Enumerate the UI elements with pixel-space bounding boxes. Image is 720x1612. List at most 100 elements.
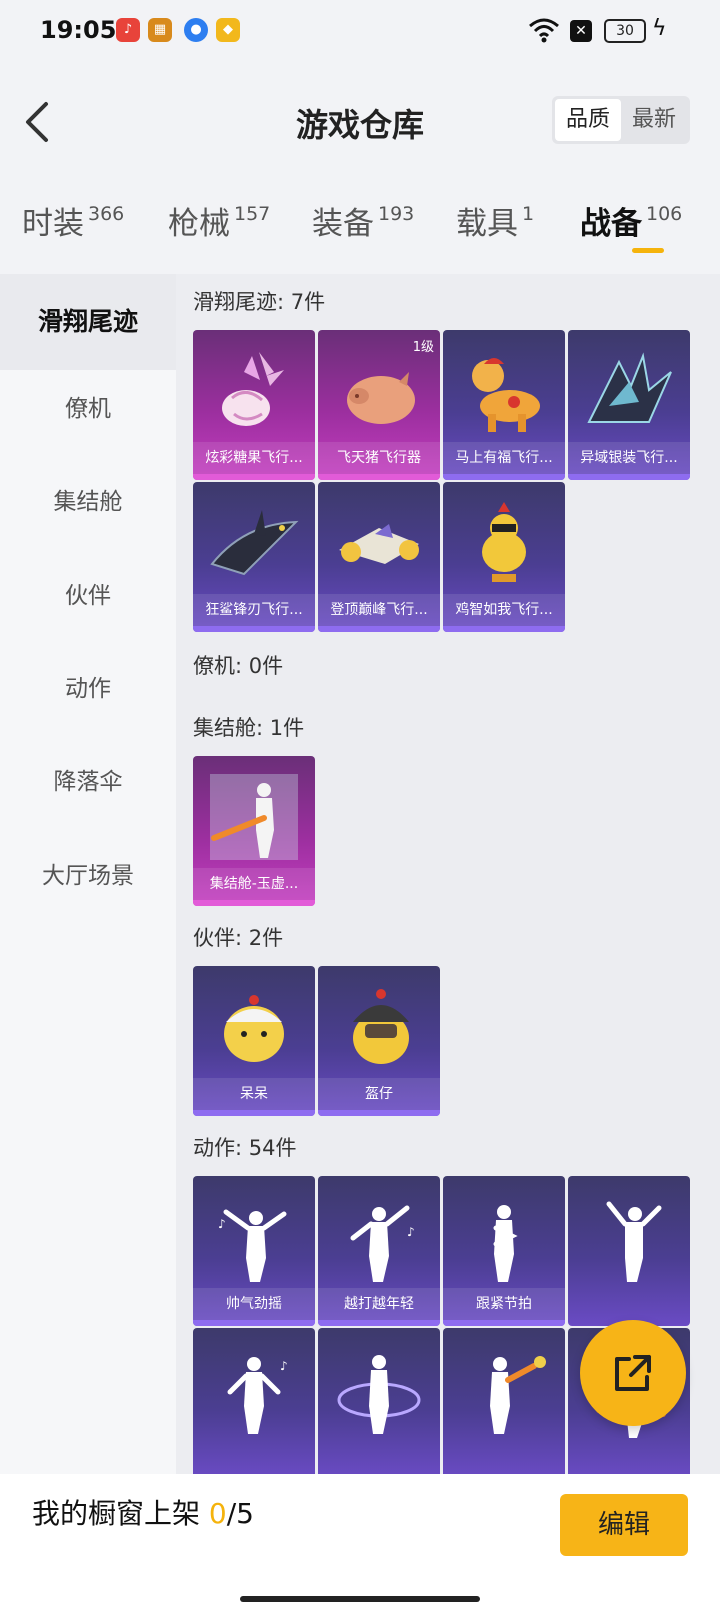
item-name: 飞天猪飞行器 bbox=[318, 442, 440, 474]
tab-label: 战备 bbox=[580, 206, 642, 242]
charging-icon: ϟ bbox=[652, 16, 667, 41]
item-card[interactable]: 集结舱-玉虚... bbox=[193, 756, 315, 906]
emote-dance-art: ♪ bbox=[350, 1205, 415, 1282]
item-card[interactable]: 登顶巅峰飞行... bbox=[318, 482, 440, 632]
item-grid: 滑翔尾迹: 7件 炫彩糖果飞行... 1级 飞天猪飞行器 马上有福飞行... 异… bbox=[176, 274, 720, 1478]
item-name: 鸡智如我飞行... bbox=[443, 594, 565, 626]
rarity-bar bbox=[193, 626, 315, 632]
rally-pod-art bbox=[210, 774, 298, 860]
item-name: 炫彩糖果飞行... bbox=[193, 442, 315, 474]
notification-x-icon: ✕ bbox=[570, 20, 592, 42]
tab-label: 时装 bbox=[22, 206, 84, 242]
sort-newest-option[interactable]: 最新 bbox=[621, 99, 687, 141]
item-card[interactable]: ♪ bbox=[193, 1328, 315, 1478]
sidebar: 滑翔尾迹 僚机 集结舱 伙伴 动作 降落伞 大厅场景 bbox=[0, 274, 176, 1474]
tab-label: 装备 bbox=[312, 206, 374, 242]
item-card[interactable]: 1级 飞天猪飞行器 bbox=[318, 330, 440, 480]
item-name: 盔仔 bbox=[318, 1078, 440, 1110]
tab-count: 366 bbox=[88, 203, 125, 225]
emote-dance-art bbox=[337, 1355, 421, 1434]
content-area: 滑翔尾迹 僚机 集结舱 伙伴 动作 降落伞 大厅场景 滑翔尾迹: 7件 炫彩糖果… bbox=[0, 274, 720, 1478]
svg-text:♪: ♪ bbox=[218, 1217, 226, 1231]
music-app-icon: ♪ bbox=[116, 18, 140, 42]
share-fab-button[interactable] bbox=[580, 1320, 686, 1426]
item-card[interactable] bbox=[318, 1328, 440, 1478]
svg-text:♪: ♪ bbox=[280, 1359, 288, 1373]
sidebar-item-parachute[interactable]: 降落伞 bbox=[0, 734, 176, 830]
tab-label: 载具 bbox=[456, 206, 518, 242]
emote-dance-art bbox=[490, 1356, 546, 1434]
rarity-bar bbox=[318, 1110, 440, 1116]
flying-pig-art bbox=[347, 372, 415, 424]
tab-label: 枪械 bbox=[168, 206, 230, 242]
svg-text:♪: ♪ bbox=[407, 1225, 415, 1239]
item-card[interactable]: ♪ 越打越年轻 bbox=[318, 1176, 440, 1326]
summit-glider-art bbox=[339, 524, 419, 564]
sidebar-item-wingman[interactable]: 僚机 bbox=[0, 361, 176, 457]
item-card[interactable] bbox=[443, 1328, 565, 1478]
item-name: 登顶巅峰飞行... bbox=[318, 594, 440, 626]
tab-guns[interactable]: 枪械 157 bbox=[168, 198, 270, 243]
status-bar: 19:05 ♪ ▦ ● ◆ ✕ 30 ϟ bbox=[0, 0, 720, 64]
item-name: 异域银装飞行... bbox=[568, 442, 690, 474]
chicken-glider-art bbox=[482, 502, 526, 582]
tab-count: 1 bbox=[522, 203, 535, 225]
rarity-bar bbox=[193, 474, 315, 480]
sidebar-item-lobby-scene[interactable]: 大厅场景 bbox=[0, 828, 176, 924]
rarity-bar bbox=[193, 1110, 315, 1116]
item-card[interactable]: 狂鲨锋刃飞行... bbox=[193, 482, 315, 632]
item-card[interactable]: 盔仔 bbox=[318, 966, 440, 1116]
sort-quality-option[interactable]: 品质 bbox=[555, 99, 621, 141]
tab-fashion[interactable]: 时装 366 bbox=[22, 198, 124, 243]
back-button[interactable] bbox=[20, 98, 60, 146]
sidebar-item-glide-trail[interactable]: 滑翔尾迹 bbox=[0, 274, 176, 370]
browser-app-icon: ● bbox=[184, 18, 208, 42]
sidebar-item-partner[interactable]: 伙伴 bbox=[0, 548, 176, 644]
rarity-bar bbox=[193, 1320, 315, 1326]
item-card[interactable]: 呆呆 bbox=[193, 966, 315, 1116]
rarity-bar bbox=[443, 1320, 565, 1326]
tab-count: 106 bbox=[646, 203, 683, 225]
battery-icon: 30 bbox=[604, 19, 646, 43]
emote-dance-art: ♪ bbox=[218, 1209, 287, 1282]
section-title-pod: 集结舱: 1件 bbox=[193, 716, 305, 740]
showcase-current: 0 bbox=[208, 1497, 227, 1530]
section-title-emote: 动作: 54件 bbox=[193, 1136, 297, 1160]
showcase-total: /5 bbox=[226, 1497, 254, 1530]
game-app-icon: ▦ bbox=[148, 18, 172, 42]
chevron-left-icon bbox=[26, 102, 48, 142]
item-name: 狂鲨锋刃飞行... bbox=[193, 594, 315, 626]
tab-vehicles[interactable]: 载具 1 bbox=[456, 198, 534, 243]
external-link-icon bbox=[615, 1355, 651, 1391]
lucky-horse-art bbox=[472, 358, 540, 432]
item-card[interactable]: 炫彩糖果飞行... bbox=[193, 330, 315, 480]
bottom-bar: 我的橱窗上架 0/5 编辑 bbox=[0, 1474, 720, 1612]
item-card[interactable]: 马上有福飞行... bbox=[443, 330, 565, 480]
item-card[interactable]: 鸡智如我飞行... bbox=[443, 482, 565, 632]
item-card[interactable] bbox=[568, 1176, 690, 1326]
tab-count: 157 bbox=[234, 203, 271, 225]
item-card[interactable]: 跟紧节拍 bbox=[443, 1176, 565, 1326]
sidebar-item-emote[interactable]: 动作 bbox=[0, 641, 176, 737]
tab-count: 193 bbox=[378, 203, 415, 225]
tab-equipment[interactable]: 装备 193 bbox=[312, 198, 414, 243]
emote-dance-art bbox=[493, 1205, 518, 1282]
rarity-bar bbox=[443, 626, 565, 632]
sidebar-item-rally-pod[interactable]: 集结舱 bbox=[0, 454, 176, 550]
kuizai-partner-art bbox=[353, 989, 409, 1064]
emote-dance-art: ♪ bbox=[227, 1357, 288, 1434]
candy-glider-art bbox=[222, 352, 284, 426]
header: 游戏仓库 品质 最新 bbox=[0, 64, 720, 178]
rarity-bar bbox=[193, 900, 315, 906]
rarity-bar bbox=[318, 626, 440, 632]
rarity-bar bbox=[318, 474, 440, 480]
item-card[interactable]: 异域银装飞行... bbox=[568, 330, 690, 480]
item-name: 呆呆 bbox=[193, 1078, 315, 1110]
edit-button[interactable]: 编辑 bbox=[560, 1494, 688, 1556]
item-name: 跟紧节拍 bbox=[443, 1288, 565, 1320]
item-name: 越打越年轻 bbox=[318, 1288, 440, 1320]
item-card[interactable]: ♪ 帅气劲摇 bbox=[193, 1176, 315, 1326]
rarity-bar bbox=[443, 474, 565, 480]
tab-readiness[interactable]: 战备 106 bbox=[580, 198, 682, 243]
home-indicator[interactable] bbox=[240, 1596, 480, 1602]
